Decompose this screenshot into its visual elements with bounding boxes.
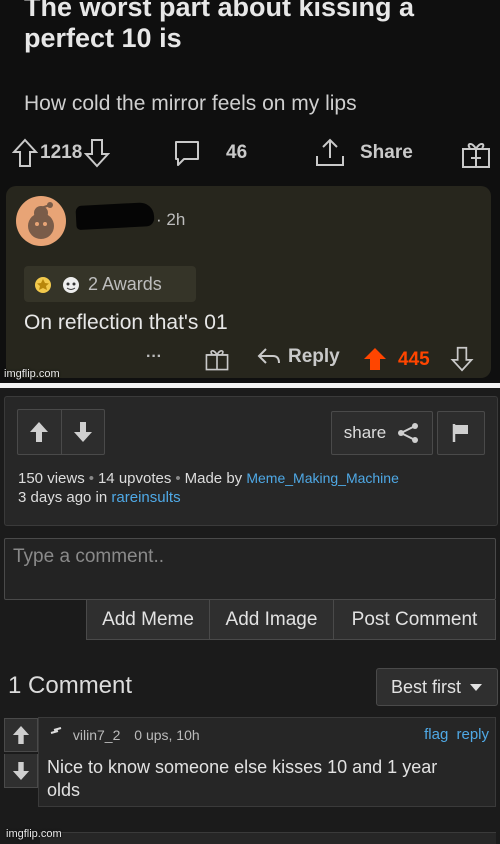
user-avatar-icon [50, 727, 62, 734]
arrow-down-icon [12, 761, 30, 780]
add-image-button[interactable]: Add Image [210, 600, 334, 640]
gift-award-icon [205, 350, 229, 371]
reddit-post-actions: 1218 46 Share [0, 134, 500, 174]
reply-arrow-icon [257, 348, 280, 364]
post-vote-box [17, 409, 105, 455]
arrow-up-outline-icon [12, 138, 38, 167]
reddit-awards-chip: 2 Awards [24, 266, 196, 302]
reddit-comments-group: 46 [172, 138, 247, 168]
comments-heading: 1 Comment [8, 672, 133, 699]
reddit-post-title: The worst part about kissing a perfect 1… [24, 0, 415, 53]
reddit-post-body: How cold the mirror feels on my lips [24, 92, 357, 115]
upvote-button[interactable] [18, 410, 61, 454]
arrow-up-filled-icon [364, 348, 386, 370]
post-time-stream: 3 days ago in rareinsults [18, 489, 181, 506]
post-time: 3 days ago in [18, 489, 108, 506]
arrow-down-outline-icon [450, 346, 474, 372]
comment-item: vilin7_2 0 ups, 10h flag reply Nice to k… [38, 717, 496, 807]
image-border [0, 383, 500, 388]
snoo-avatar-icon [28, 202, 54, 239]
caret-down-icon [470, 684, 482, 691]
post-stats: 150 views • 14 upvotes • Made by Meme_Making… [18, 470, 399, 487]
reddit-comment-actions: ··· Reply 445 [6, 344, 491, 374]
made-by-label: Made by [184, 470, 243, 487]
comment-form-buttons: Add Meme Add Image Post Comment [86, 600, 496, 640]
reddit-upvote-count: 1218 [40, 142, 83, 163]
reddit-share-group: Share [314, 138, 413, 168]
arrow-up-icon [12, 726, 30, 744]
arrow-down-icon [73, 422, 92, 442]
comment-text: Nice to know someone else kisses 10 and … [47, 757, 438, 800]
sort-dropdown[interactable]: Best first [376, 668, 498, 706]
next-content-edge [40, 832, 496, 844]
arrow-down-outline-icon [84, 139, 111, 168]
share-button[interactable]: share [331, 411, 433, 455]
view-count: 150 views [18, 470, 85, 487]
reddit-reply-label: Reply [288, 346, 340, 367]
post-comment-button[interactable]: Post Comment [334, 600, 496, 640]
comment-bubble-icon [175, 141, 199, 166]
gift-award-icon [462, 143, 490, 168]
reddit-comment-score: 445 [398, 349, 430, 370]
upvote-count: 14 upvotes [97, 470, 172, 487]
reddit-comment-text: On reflection that's 01 [24, 311, 228, 334]
reddit-gift-group [460, 138, 492, 170]
comment-downvote-button[interactable] [4, 754, 38, 788]
redacted-username [75, 201, 155, 231]
more-options-dots: ··· [146, 348, 162, 365]
comment-upvote-button[interactable] [4, 718, 38, 752]
imgflip-watermark: imgflip.com [4, 368, 60, 380]
reddit-reply-action: Reply [256, 346, 340, 368]
comment-meta: 0 ups, 10h [134, 727, 200, 743]
share-icon [398, 423, 419, 443]
meme-image[interactable]: The worst part about kissing a perfect 1… [0, 0, 500, 383]
stream-link[interactable]: rareinsults [111, 489, 180, 506]
sort-dropdown-label: Best first [390, 676, 461, 697]
add-meme-button[interactable]: Add Meme [86, 600, 210, 640]
reddit-awards-count: 2 Awards [88, 273, 162, 294]
reddit-vote-group: 1218 [12, 138, 111, 168]
comment-username[interactable]: vilin7_2 [73, 727, 120, 743]
avatar [16, 196, 66, 246]
reddit-share-label: Share [360, 142, 413, 163]
share-upload-icon [316, 138, 344, 166]
arrow-up-icon [30, 422, 49, 442]
share-button-label: share [343, 423, 387, 442]
reddit-comment-time: · 2h [156, 210, 186, 229]
comment-flag-link[interactable]: flag [424, 726, 448, 743]
downvote-button[interactable] [60, 410, 105, 454]
comment-header: vilin7_2 0 ups, 10h [49, 727, 200, 743]
reddit-comment-card: · 2h 2 Awards On reflection that's 01 ··… [6, 186, 491, 378]
comment-links: flag reply [424, 726, 489, 743]
comment-input-placeholder: Type a comment.. [13, 546, 165, 567]
post-info-panel: share 150 views • 14 upvotes • Made by Meme_… [4, 396, 498, 526]
comment-reply-link[interactable]: reply [456, 726, 489, 743]
reddit-comment-count: 46 [226, 142, 248, 163]
imgflip-watermark-footer: imgflip.com [6, 828, 62, 840]
author-link[interactable]: Meme_Making_Machine [246, 470, 399, 486]
comment-input[interactable]: Type a comment.. [4, 538, 496, 600]
award-medal-icon [35, 277, 51, 293]
flag-icon [452, 424, 468, 442]
wholesome-award-icon [63, 277, 79, 293]
comment-vote-box [4, 718, 38, 788]
flag-button[interactable] [437, 411, 485, 455]
